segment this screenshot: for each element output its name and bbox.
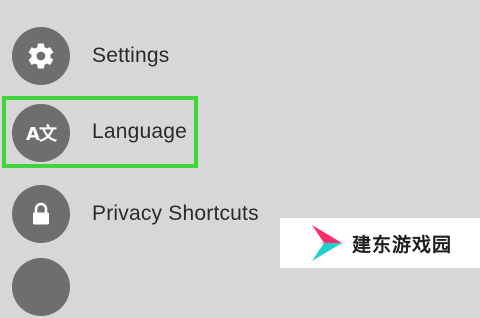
translate-icon-glyph: A文	[26, 124, 57, 145]
menu-item-label: Settings	[92, 44, 170, 67]
menu-item-label: Language	[92, 120, 188, 143]
lock-icon	[12, 185, 70, 243]
watermark: 建东游戏园	[280, 218, 480, 268]
gear-icon	[12, 27, 70, 85]
translate-icon: A文	[12, 104, 70, 162]
watermark-logo-icon	[312, 225, 342, 261]
menu-item-language[interactable]: A文 Language	[0, 96, 480, 170]
menu-item-settings[interactable]: Settings	[0, 26, 480, 86]
menu-item-label: Privacy Shortcuts	[92, 202, 259, 225]
menu-item-icon	[12, 258, 70, 316]
watermark-text: 建东游戏园	[352, 233, 453, 256]
